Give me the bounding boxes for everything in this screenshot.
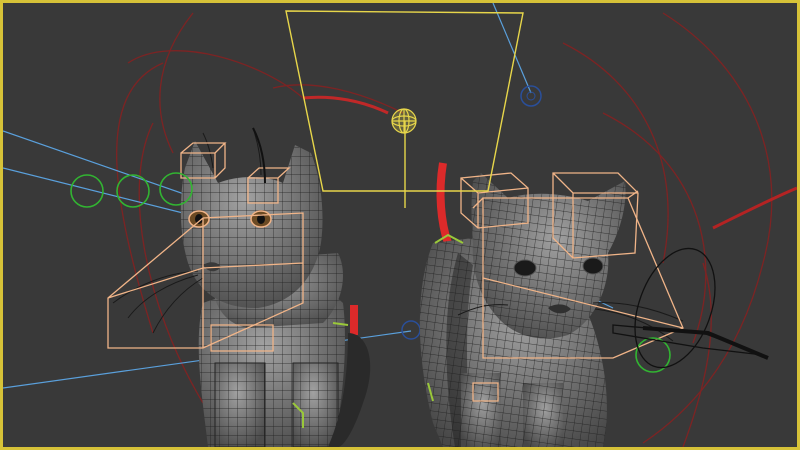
target-helper-icon[interactable] (401, 320, 421, 340)
cat-right-eye-left[interactable] (513, 259, 537, 277)
3d-viewport[interactable] (0, 0, 800, 450)
red-spline-accent[interactable] (302, 95, 389, 115)
target-helper-icon[interactable] (520, 85, 542, 107)
cat-right-eye-right[interactable] (582, 257, 604, 275)
cat-left[interactable] (112, 127, 371, 447)
cat-right-tail[interactable] (436, 162, 452, 245)
viewport-scene[interactable] (3, 3, 797, 447)
cat-left-rig-bone[interactable] (350, 305, 358, 335)
omni-light-icon[interactable] (391, 108, 417, 134)
cat-right[interactable] (419, 162, 684, 447)
red-spline-accent-right[interactable] (712, 186, 797, 230)
